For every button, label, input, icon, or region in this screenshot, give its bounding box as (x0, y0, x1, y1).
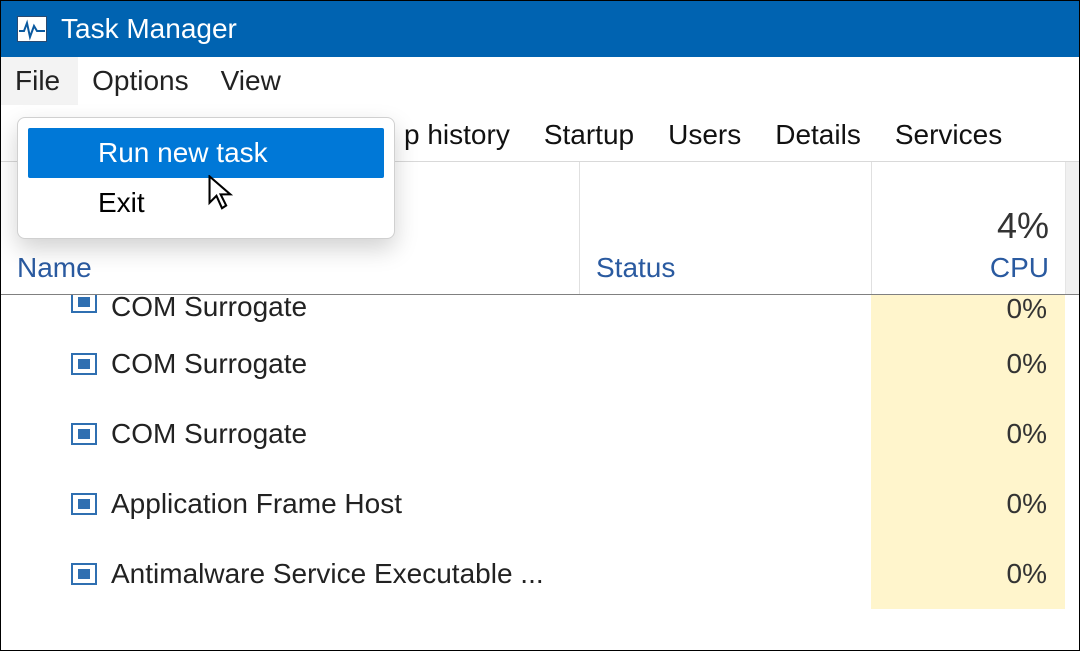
cpu-total-value: 4% (997, 206, 1049, 252)
column-cpu-label: CPU (990, 252, 1049, 284)
menu-options[interactable]: Options (78, 57, 207, 105)
process-name: Application Frame Host (111, 488, 402, 520)
table-row[interactable]: COM Surrogate 0% (1, 329, 1079, 399)
titlebar: Task Manager (1, 1, 1079, 57)
process-cpu: 0% (871, 399, 1065, 469)
process-icon (71, 493, 97, 515)
tab-app-history-partial[interactable]: p history (399, 112, 527, 161)
tab-services[interactable]: Services (878, 112, 1019, 161)
column-name-label: Name (17, 252, 563, 284)
file-menu-dropdown: Run new task Exit (17, 117, 395, 239)
task-manager-window: Task Manager File Options View p history… (0, 0, 1080, 651)
process-icon (71, 563, 97, 585)
column-status[interactable]: Status (579, 162, 871, 294)
menu-file[interactable]: File (1, 57, 78, 105)
process-cpu: 0% (871, 295, 1065, 329)
menu-view[interactable]: View (207, 57, 299, 105)
table-row[interactable]: COM Surrogate 0% (1, 399, 1079, 469)
column-cpu[interactable]: 4% CPU (871, 162, 1065, 294)
table-row[interactable]: Application Frame Host 0% (1, 469, 1079, 539)
process-name: COM Surrogate (111, 295, 307, 323)
process-cpu: 0% (871, 539, 1065, 609)
process-icon (71, 353, 97, 375)
process-icon (71, 423, 97, 445)
process-name: Antimalware Service Executable ... (111, 558, 544, 590)
table-row[interactable]: Antimalware Service Executable ... 0% (1, 539, 1079, 609)
column-status-label: Status (596, 252, 855, 284)
process-cpu: 0% (871, 329, 1065, 399)
window-title: Task Manager (61, 13, 237, 45)
tab-startup[interactable]: Startup (527, 112, 651, 161)
table-row[interactable]: COM Surrogate 0% (1, 295, 1079, 329)
menubar: File Options View (1, 57, 1079, 105)
process-name: COM Surrogate (111, 348, 307, 380)
tab-details[interactable]: Details (758, 112, 878, 161)
process-icon (71, 295, 97, 313)
process-name: COM Surrogate (111, 418, 307, 450)
vertical-scrollbar[interactable] (1065, 162, 1079, 294)
menu-run-new-task[interactable]: Run new task (28, 128, 384, 178)
process-list: COM Surrogate 0% COM Surrogate 0% COM Su… (1, 295, 1079, 650)
tab-users[interactable]: Users (651, 112, 758, 161)
process-cpu: 0% (871, 469, 1065, 539)
task-manager-icon (17, 16, 47, 42)
menu-exit[interactable]: Exit (28, 178, 384, 228)
